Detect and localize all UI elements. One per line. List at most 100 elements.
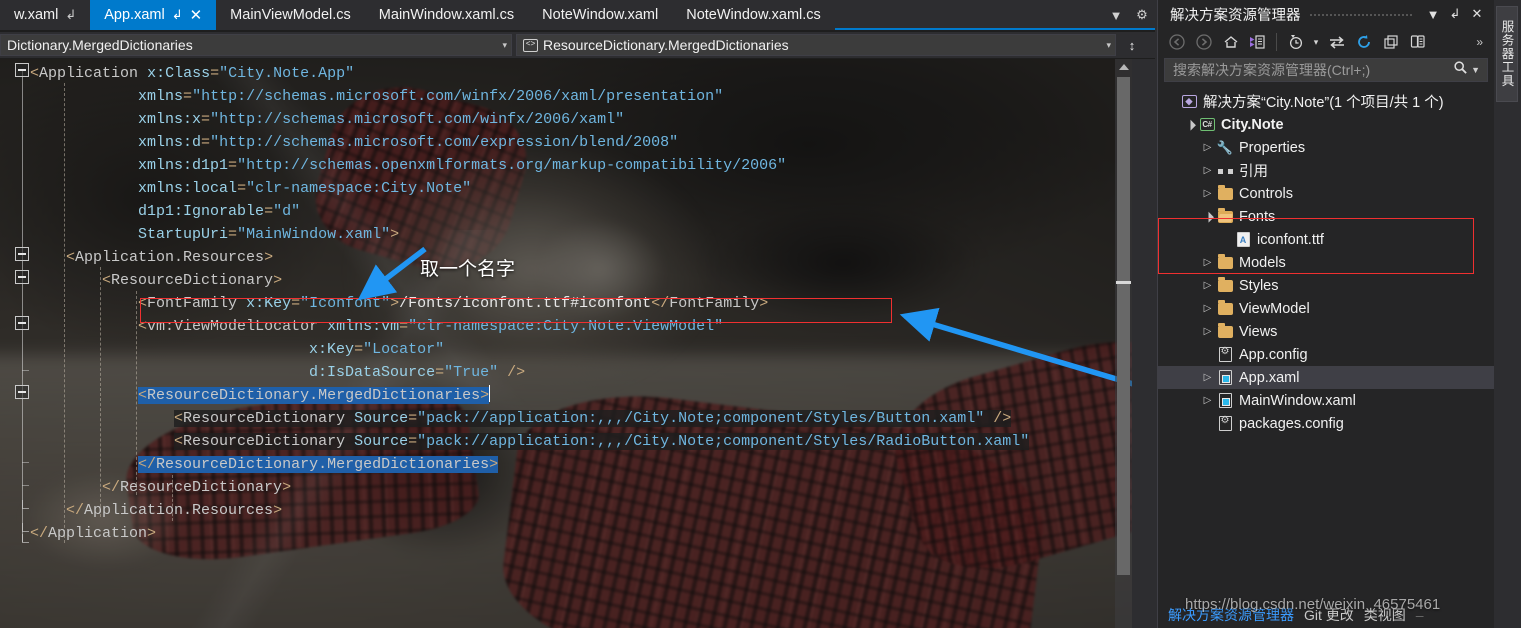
solution-tree[interactable]: ◆ 解决方案“City.Note”(1 个项目/共 1 个) C# City.Note… [1158, 90, 1495, 588]
close-icon[interactable]: ✕ [1466, 3, 1488, 25]
code-line[interactable]: d1p1:Ignorable="d" [0, 200, 300, 223]
tab-notewindow-xaml-cs[interactable]: NoteWindow.xaml.cs [672, 0, 835, 30]
code-line[interactable]: </ResourceDictionary.MergedDictionaries> [0, 453, 499, 476]
tree-item-[interactable]: 引用 [1158, 159, 1495, 182]
code-line[interactable]: xmlns:d1p1="http://schemas.openxmlformat… [0, 154, 786, 177]
tree-item-views[interactable]: Views [1158, 320, 1495, 343]
chevron-right-icon[interactable] [1200, 257, 1215, 268]
chevron-right-icon[interactable] [1200, 165, 1215, 176]
tree-item-properties[interactable]: 🔧 Properties [1158, 136, 1495, 159]
tree-item-app-config[interactable]: App.config [1158, 343, 1495, 366]
navbar-member-dropdown[interactable]: <> ResourceDictionary.MergedDictionaries… [516, 34, 1116, 56]
toolbox-vertical-tab[interactable]: 服务器工具 [1496, 6, 1518, 102]
editor-vertical-scrollbar[interactable] [1115, 59, 1132, 628]
tab-notewindow-xaml[interactable]: NoteWindow.xaml [528, 0, 673, 30]
code-line[interactable]: <ResourceDictionary> [0, 269, 282, 292]
code-text[interactable]: <Application x:Class="City.Note.App" xml… [0, 59, 1155, 628]
code-line[interactable]: <Application.Resources> [0, 246, 273, 269]
split-editor-icon[interactable]: ↕ [1119, 32, 1145, 58]
tab-mainviewmodel-cs[interactable]: MainViewModel.cs [216, 0, 365, 30]
folder-open-icon [1217, 207, 1233, 223]
pin-icon[interactable]: ↲ [172, 8, 183, 21]
code-line[interactable]: <ResourceDictionary.MergedDictionaries> [0, 384, 491, 407]
chevron-right-icon[interactable] [1200, 188, 1215, 199]
search-options-caret-icon[interactable]: ▼ [1468, 65, 1483, 75]
code-line[interactable]: xmlns="http://schemas.microsoft.com/winf… [0, 85, 723, 108]
code-line[interactable]: </Application> [0, 522, 156, 545]
chevron-right-icon[interactable] [1200, 372, 1215, 383]
close-icon[interactable]: ✕ [190, 8, 203, 23]
tab-mainwindow-xaml-cs[interactable]: MainWindow.xaml.cs [364, 0, 529, 30]
tab-app-xaml[interactable]: App.xaml ↲ ✕ [90, 0, 217, 30]
bottom-tab-class-view[interactable]: 类视图 [1364, 605, 1406, 625]
tree-item-viewmodel[interactable]: ViewModel [1158, 297, 1495, 320]
tree-item-mainwindow-xaml[interactable]: MainWindow.xaml [1158, 389, 1495, 412]
search-icon[interactable] [1453, 60, 1468, 80]
tree-item-models[interactable]: Models [1158, 251, 1495, 274]
code-line[interactable]: <FontFamily x:Key="Iconfont">/Fonts/icon… [0, 292, 768, 315]
tree-item-controls[interactable]: Controls [1158, 182, 1495, 205]
code-line[interactable]: </Application.Resources> [0, 499, 282, 522]
gear-icon[interactable]: ⚙ [1129, 0, 1155, 30]
code-token: FontFamily [669, 295, 760, 312]
bottom-tab-solution-explorer[interactable]: 解决方案资源管理器 [1168, 605, 1294, 625]
code-line[interactable]: <vm:ViewModelLocator xmlns:vm="clr-names… [0, 315, 723, 338]
pending-changes-clock-icon[interactable] [1283, 30, 1308, 54]
tab-overflow-icon[interactable]: ▼ [1103, 0, 1129, 30]
code-token: </ [651, 295, 670, 312]
refresh-icon[interactable] [1351, 30, 1376, 54]
show-all-files-icon[interactable] [1405, 30, 1430, 54]
chevron-right-icon[interactable] [1200, 142, 1215, 153]
code-token: = [354, 341, 364, 358]
tree-item-city-note-1-1[interactable]: ◆ 解决方案“City.Note”(1 个项目/共 1 个) [1158, 90, 1495, 113]
code-line[interactable]: <Application x:Class="City.Note.App" [0, 62, 354, 85]
navbar-type-dropdown[interactable]: Dictionary.MergedDictionaries ▾ [0, 34, 512, 56]
code-line-content: </ResourceDictionary> [102, 479, 291, 496]
code-line[interactable]: StartupUri="MainWindow.xaml"> [0, 223, 399, 246]
code-line[interactable]: <ResourceDictionary Source="pack://appli… [0, 407, 1012, 430]
tree-item-packages-config[interactable]: packages.config [1158, 412, 1495, 435]
collapse-all-icon[interactable] [1378, 30, 1403, 54]
code-token: = [237, 180, 247, 197]
code-token: "MainWindow.xaml" [237, 226, 391, 243]
pending-changes-caret-icon[interactable]: ▾ [1310, 30, 1322, 54]
bottom-tab-git-changes[interactable]: Git 更改 [1304, 605, 1354, 625]
forward-arrow-icon[interactable] [1191, 30, 1216, 54]
tab-w-xaml[interactable]: w.xaml ↲ [0, 0, 91, 30]
code-line[interactable]: xmlns:local="clr-namespace:City.Note" [0, 177, 471, 200]
pin-icon[interactable]: ↲ [65, 8, 76, 21]
scrollbar-thumb[interactable] [1117, 77, 1130, 575]
home-icon[interactable] [1218, 30, 1243, 54]
chevron-right-icon[interactable] [1200, 326, 1215, 337]
chevron-right-icon[interactable] [1200, 395, 1215, 406]
scroll-up-arrow-icon[interactable] [1115, 59, 1132, 75]
solution-explorer-search[interactable]: ▼ [1164, 58, 1488, 82]
chevron-right-icon[interactable] [1200, 303, 1215, 314]
code-line[interactable]: d:IsDataSource="True" /> [0, 361, 525, 384]
chevron-down-icon[interactable] [1200, 211, 1215, 222]
search-input[interactable] [1173, 62, 1454, 78]
tree-item-app-xaml[interactable]: App.xaml [1158, 366, 1495, 389]
minimize-icon[interactable]: – [1416, 607, 1424, 623]
sync-with-active-document-icon[interactable] [1245, 30, 1270, 54]
code-line[interactable]: x:Key="Locator" [0, 338, 444, 361]
tree-item-label: 解决方案“City.Note”(1 个项目/共 1 个) [1203, 95, 1444, 111]
tree-item-icon [1215, 276, 1235, 292]
pin-icon[interactable]: ↲ [1444, 3, 1466, 25]
tree-item-fonts[interactable]: Fonts [1158, 205, 1495, 228]
code-line[interactable]: xmlns:d="http://schemas.microsoft.com/ex… [0, 131, 678, 154]
code-line[interactable]: xmlns:x="http://schemas.microsoft.com/wi… [0, 108, 624, 131]
code-token: "pack://application:,,,/City.Note;compon… [417, 410, 985, 427]
chevron-down-icon[interactable] [1182, 119, 1197, 130]
chevron-right-icon[interactable] [1200, 280, 1215, 291]
toolbar-overflow-icon[interactable]: » [1476, 35, 1488, 49]
tree-item-styles[interactable]: Styles [1158, 274, 1495, 297]
code-line[interactable]: </ResourceDictionary> [0, 476, 291, 499]
code-line[interactable]: <ResourceDictionary Source="pack://appli… [0, 430, 1030, 453]
tree-item-iconfont-ttf[interactable]: iconfont.ttf [1158, 228, 1495, 251]
back-arrow-icon[interactable] [1164, 30, 1189, 54]
tree-item-city-note[interactable]: C# City.Note [1158, 113, 1495, 136]
panel-dropdown-icon[interactable]: ▼ [1422, 3, 1444, 25]
swap-views-icon[interactable] [1324, 30, 1349, 54]
code-editor-surface[interactable]: <Application x:Class="City.Note.App" xml… [0, 59, 1155, 628]
